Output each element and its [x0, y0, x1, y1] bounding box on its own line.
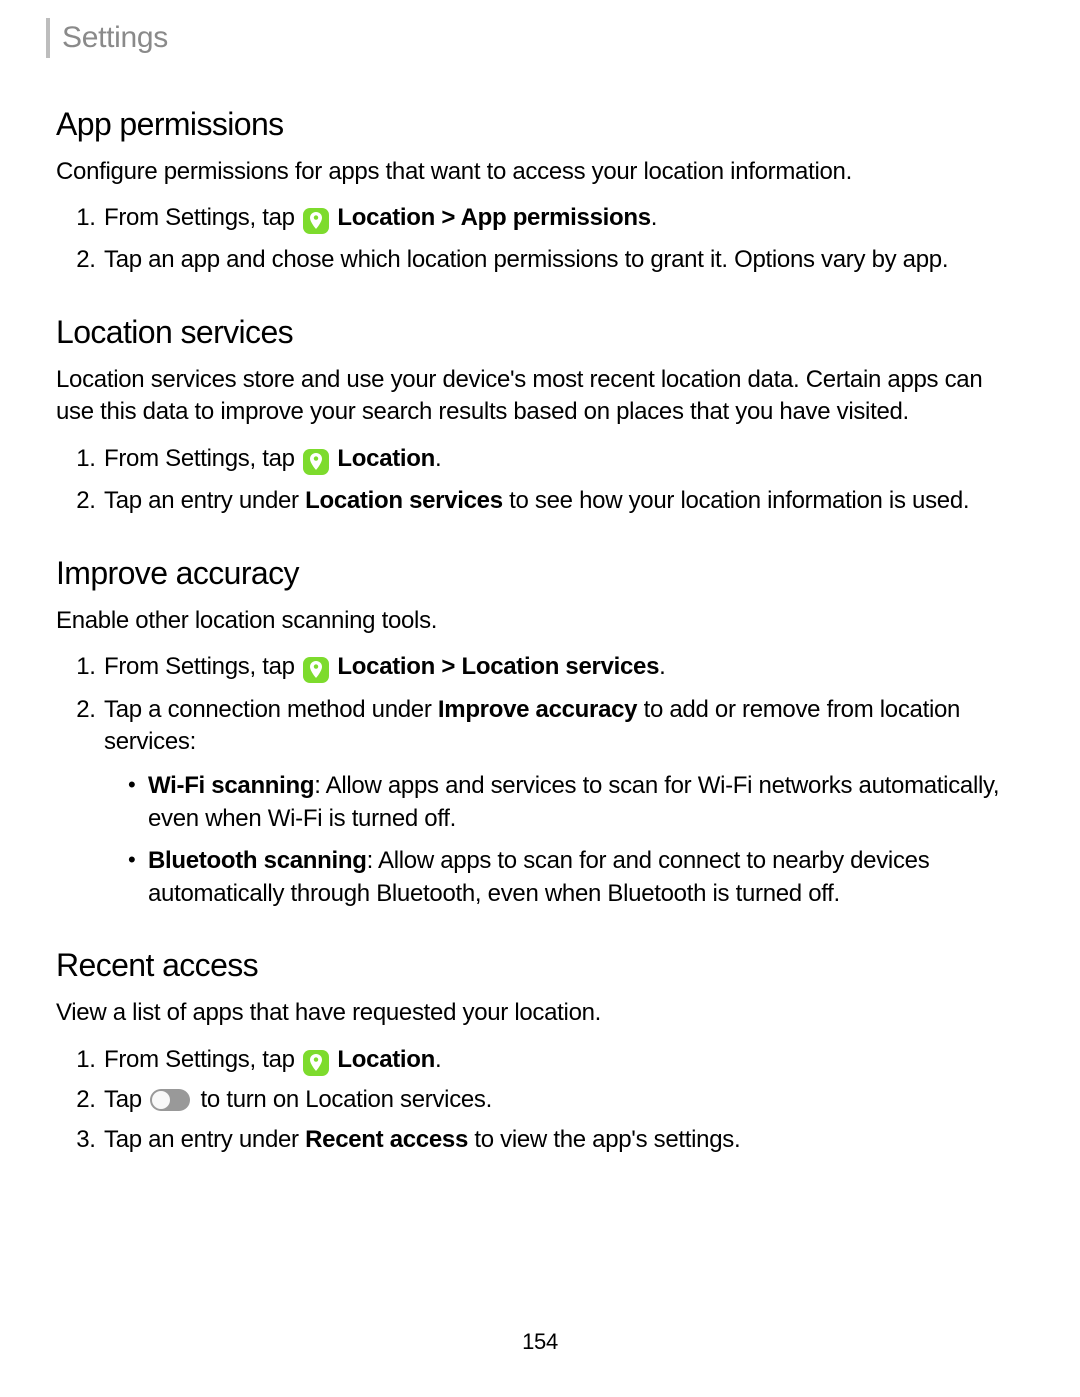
- step-bold: Location: [337, 445, 435, 472]
- step-text: .: [435, 1046, 441, 1073]
- breadcrumb-title: Settings: [62, 18, 168, 59]
- steps-improve-accuracy: From Settings, tap Location > Location s…: [56, 651, 1024, 910]
- step-bold: Location: [337, 1046, 435, 1073]
- step-text: to see how your location information is …: [503, 487, 969, 514]
- intro-recent-access: View a list of apps that have requested …: [56, 997, 1024, 1029]
- heading-improve-accuracy: Improve accuracy: [56, 552, 1024, 595]
- step-text: Tap: [104, 1086, 148, 1113]
- intro-location-services: Location services store and use your dev…: [56, 364, 1024, 429]
- page-number: 154: [0, 1327, 1080, 1357]
- bullet-item: Bluetooth scanning: Allow apps to scan f…: [132, 845, 1024, 910]
- step-text: Tap an app and chose which location perm…: [104, 246, 948, 273]
- location-icon: [303, 449, 329, 475]
- steps-app-permissions: From Settings, tap Location > App permis…: [56, 202, 1024, 277]
- bullet-item: Wi-Fi scanning: Allow apps and services …: [132, 770, 1024, 835]
- header-rule: [46, 18, 50, 58]
- step-text: Tap a connection method under: [104, 696, 438, 723]
- page-header: Settings: [46, 18, 1024, 59]
- step: Tap a connection method under Improve ac…: [102, 694, 1024, 910]
- step-bold: Location > Location services: [337, 653, 659, 680]
- step-text: to turn on Location services.: [194, 1086, 492, 1113]
- intro-improve-accuracy: Enable other location scanning tools.: [56, 605, 1024, 637]
- intro-app-permissions: Configure permissions for apps that want…: [56, 156, 1024, 188]
- step: From Settings, tap Location > App permis…: [102, 202, 1024, 234]
- step: From Settings, tap Location.: [102, 443, 1024, 475]
- step-text: From Settings, tap: [104, 1046, 301, 1073]
- page: Settings App permissions Configure permi…: [0, 0, 1080, 1397]
- step-text: Tap an entry under: [104, 487, 305, 514]
- step-text: Tap an entry under: [104, 1126, 305, 1153]
- step-text: to view the app's settings.: [468, 1126, 740, 1153]
- toggle-icon: [150, 1089, 190, 1111]
- heading-recent-access: Recent access: [56, 944, 1024, 987]
- bullet-bold: Bluetooth scanning: [148, 847, 367, 874]
- steps-recent-access: From Settings, tap Location. Tap to turn…: [56, 1044, 1024, 1157]
- section-app-permissions: App permissions Configure permissions fo…: [56, 103, 1024, 277]
- bullet-list: Wi-Fi scanning: Allow apps and services …: [104, 770, 1024, 910]
- section-recent-access: Recent access View a list of apps that h…: [56, 944, 1024, 1157]
- step-bold: Improve accuracy: [438, 696, 637, 723]
- location-icon: [303, 1050, 329, 1076]
- step-text: .: [651, 204, 657, 231]
- step: Tap an app and chose which location perm…: [102, 244, 1024, 276]
- heading-location-services: Location services: [56, 311, 1024, 354]
- steps-location-services: From Settings, tap Location. Tap an entr…: [56, 443, 1024, 518]
- section-location-services: Location services Location services stor…: [56, 311, 1024, 518]
- step-bold: Location services: [305, 487, 503, 514]
- heading-app-permissions: App permissions: [56, 103, 1024, 146]
- step-text: From Settings, tap: [104, 445, 301, 472]
- step: From Settings, tap Location.: [102, 1044, 1024, 1076]
- bullet-bold: Wi-Fi scanning: [148, 772, 314, 799]
- step-text: From Settings, tap: [104, 204, 301, 231]
- step: Tap to turn on Location services.: [102, 1084, 1024, 1116]
- step: Tap an entry under Recent access to view…: [102, 1124, 1024, 1156]
- step-text: From Settings, tap: [104, 653, 301, 680]
- step: Tap an entry under Location services to …: [102, 485, 1024, 517]
- section-improve-accuracy: Improve accuracy Enable other location s…: [56, 552, 1024, 910]
- location-icon: [303, 657, 329, 683]
- location-icon: [303, 208, 329, 234]
- step-text: .: [659, 653, 665, 680]
- step: From Settings, tap Location > Location s…: [102, 651, 1024, 683]
- step-bold: Recent access: [305, 1126, 468, 1153]
- step-bold: Location > App permissions: [337, 204, 650, 231]
- step-text: .: [435, 445, 441, 472]
